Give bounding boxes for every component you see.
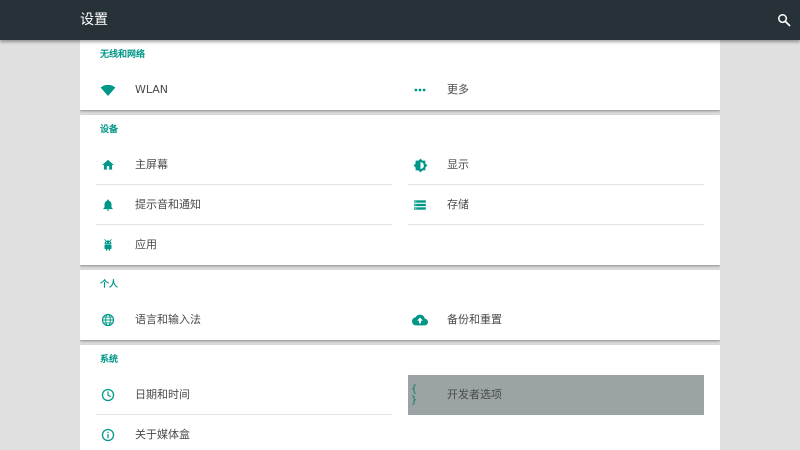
section-personal: 个人 语言和输入法 备份和重置	[80, 270, 720, 340]
more-dots-icon	[411, 81, 429, 99]
braces-icon: { }	[411, 384, 419, 406]
section-title: 无线和网络	[100, 50, 146, 60]
search-button[interactable]	[772, 8, 796, 32]
wifi-icon	[99, 81, 117, 99]
clock-icon	[99, 386, 117, 404]
section-title: 个人	[100, 280, 119, 290]
search-icon	[777, 13, 791, 27]
globe-icon	[99, 311, 117, 329]
setting-item-label: 语言和输入法	[135, 313, 201, 326]
setting-item-language-input[interactable]: 语言和输入法	[96, 300, 392, 340]
setting-item-label: 备份和重置	[447, 313, 502, 326]
info-icon	[99, 426, 117, 444]
section-system: 系统 日期和时间 { } 开发者选项 关于媒体盒	[80, 345, 720, 450]
setting-item-date-time[interactable]: 日期和时间	[96, 375, 392, 415]
divider	[408, 224, 704, 225]
section-device: 设备 主屏幕 显示 提示音和通知 存储 应用	[80, 115, 720, 265]
setting-item-storage[interactable]: 存储	[408, 185, 704, 225]
setting-item-display[interactable]: 显示	[408, 145, 704, 185]
settings-list[interactable]: 无线和网络 WLAN 更多 设备 主屏幕 显示 提示音和通知 存储 应用 个人 …	[80, 40, 720, 450]
setting-item-label: 存储	[447, 198, 469, 211]
setting-item-more[interactable]: 更多	[408, 70, 704, 110]
setting-item-label: 显示	[447, 158, 469, 171]
setting-item-label: WLAN	[135, 83, 169, 96]
setting-item-label: 提示音和通知	[135, 198, 201, 211]
setting-item-sound-notification[interactable]: 提示音和通知	[96, 185, 392, 225]
setting-item-about-media-box[interactable]: 关于媒体盒	[96, 415, 392, 450]
page-title: 设置	[80, 12, 108, 28]
setting-item-label: 日期和时间	[135, 388, 190, 401]
brightness-icon	[411, 156, 429, 174]
android-icon	[99, 236, 117, 254]
setting-item-home-screen[interactable]: 主屏幕	[96, 145, 392, 185]
setting-item-label: 主屏幕	[135, 158, 168, 171]
bell-icon	[99, 196, 117, 214]
section-title: 设备	[100, 125, 119, 135]
setting-item-label: 开发者选项	[447, 388, 502, 401]
home-icon	[99, 156, 117, 174]
setting-item-apps[interactable]: 应用	[96, 225, 392, 265]
storage-list-icon	[411, 196, 429, 214]
setting-item-label: 应用	[135, 238, 157, 251]
app-bar: 设置	[0, 0, 800, 40]
cloud-upload-icon	[411, 311, 429, 329]
setting-item-wlan[interactable]: WLAN	[96, 70, 392, 110]
section-title: 系统	[100, 355, 119, 365]
setting-item-developer-options[interactable]: { } 开发者选项	[408, 375, 704, 415]
setting-item-label: 关于媒体盒	[135, 428, 190, 441]
section-wireless-networks: 无线和网络 WLAN 更多	[80, 40, 720, 110]
setting-item-label: 更多	[447, 83, 469, 96]
setting-item-backup-reset[interactable]: 备份和重置	[408, 300, 704, 340]
